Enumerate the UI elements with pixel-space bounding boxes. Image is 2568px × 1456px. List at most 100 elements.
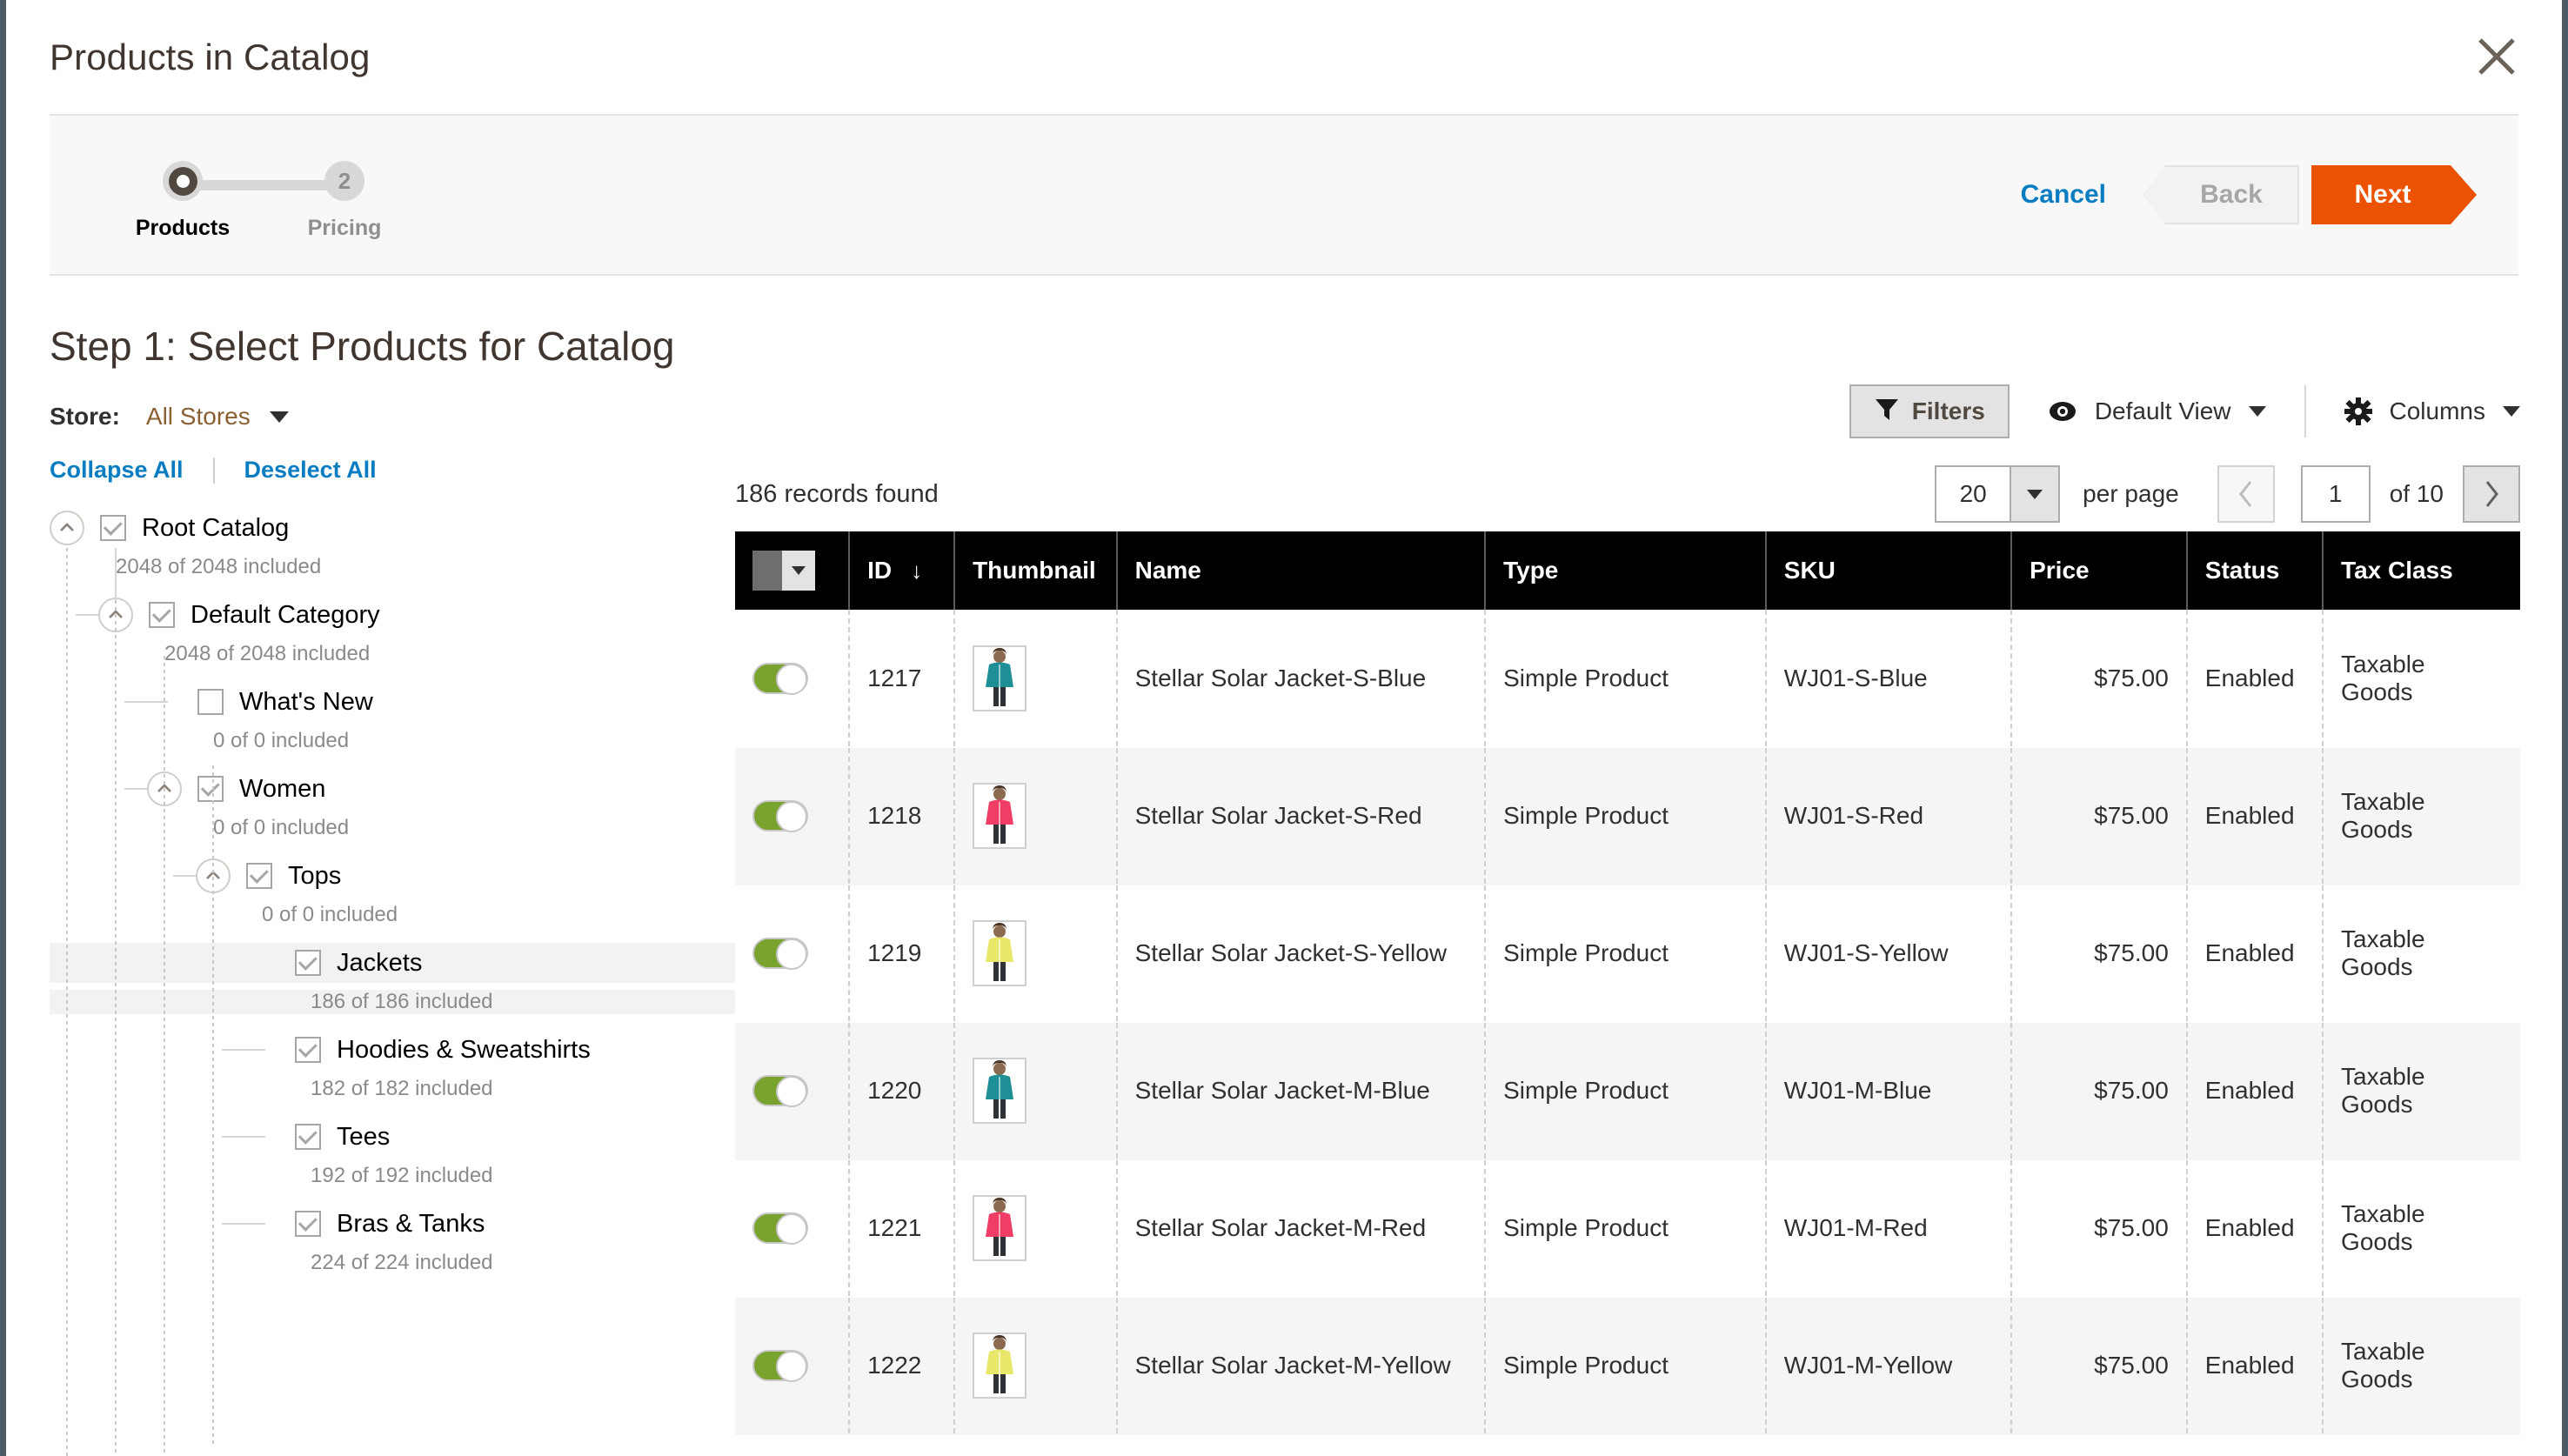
cancel-button[interactable]: Cancel [2021, 180, 2106, 210]
default-view-dropdown[interactable]: Default View [2048, 397, 2266, 425]
next-page-button[interactable] [2463, 465, 2520, 523]
table-row[interactable]: 1219 Stellar Solar Jacket-S-Yellow Simple … [735, 885, 2520, 1023]
column-header-sku[interactable]: SKU [1765, 531, 2013, 610]
tree-node-checkbox[interactable] [246, 863, 272, 889]
table-row[interactable]: 1218 Stellar Solar Jacket-S-Red Simple Pro… [735, 747, 2520, 885]
row-toggle-switch[interactable] [752, 800, 808, 832]
cell-price: $75.00 [2011, 610, 2188, 748]
category-tree: Root Catalog 2048 of 2048 included Default… [50, 508, 735, 1456]
table-row[interactable]: 1221 Stellar Solar Jacket-M-Red Simple Pro… [735, 1159, 2520, 1298]
tree-node-row[interactable]: What's New [50, 682, 735, 722]
select-all-checkbox[interactable] [752, 551, 782, 591]
tree-node-row[interactable]: Bras & Tanks [50, 1204, 735, 1244]
tree-node-checkbox[interactable] [149, 602, 175, 628]
tree-node-row[interactable]: Hoodies & Sweatshirts [50, 1030, 735, 1070]
tree-node-checkbox[interactable] [197, 689, 224, 715]
tree-node-count: 182 of 182 included [311, 1077, 493, 1100]
cell-type: Simple Product [1485, 747, 1767, 885]
tree-node-checkbox[interactable] [295, 1124, 321, 1150]
chevron-down-icon[interactable] [269, 411, 289, 423]
close-icon[interactable] [2466, 26, 2527, 87]
product-thumbnail-icon [973, 1332, 1027, 1399]
next-button[interactable]: Next [2311, 165, 2477, 224]
tree-node-count: 2048 of 2048 included [116, 555, 322, 578]
select-all-header[interactable] [735, 531, 851, 610]
column-header-id-label: ID [867, 557, 893, 584]
row-toggle-switch[interactable] [752, 1075, 808, 1107]
cell-id: 1217 [849, 610, 956, 748]
step-heading: Step 1: Select Products for Catalog [50, 324, 675, 369]
row-toggle-switch[interactable] [752, 938, 808, 970]
tree-node-checkbox[interactable] [295, 1211, 321, 1237]
column-header-status[interactable]: Status [2186, 531, 2324, 610]
previous-page-button[interactable] [2217, 465, 2275, 523]
tree-node-row[interactable]: Jackets [50, 943, 735, 983]
filters-button[interactable]: Filters [1849, 384, 2010, 438]
tree-node-label: What's New [239, 687, 373, 716]
tree-node-label: Hoodies & Sweatshirts [337, 1035, 591, 1064]
tree-node-row[interactable]: Root Catalog [50, 508, 735, 548]
deselect-all-link[interactable]: Deselect All [244, 457, 377, 484]
tree-node-count: 186 of 186 included [50, 990, 735, 1014]
chevron-down-icon[interactable] [782, 551, 815, 591]
tree-node: Tees 192 of 192 included [50, 1117, 735, 1188]
tree-node-row[interactable]: Tops [50, 856, 735, 896]
cell-id: 1218 [849, 747, 956, 885]
row-toggle-switch[interactable] [752, 1212, 808, 1245]
tree-node-row[interactable]: Tees [50, 1117, 735, 1157]
tree-node-count: 0 of 0 included [213, 816, 350, 839]
tree-actions-divider [212, 457, 215, 484]
table-row[interactable]: 1220 Stellar Solar Jacket-M-Blue Simple Pr… [735, 1022, 2520, 1160]
chevron-up-icon[interactable] [50, 511, 84, 545]
column-header-type[interactable]: Type [1485, 531, 1767, 610]
per-page-select[interactable]: 20 [1935, 465, 2061, 523]
column-header-tax-class[interactable]: Tax Class [2323, 531, 2520, 610]
collapse-all-link[interactable]: Collapse All [50, 457, 184, 484]
tree-node-checkbox[interactable] [100, 515, 126, 541]
step-pricing[interactable]: 2 Pricing [264, 161, 425, 241]
default-view-label: Default View [2094, 397, 2231, 424]
back-button[interactable]: Back [2143, 165, 2299, 224]
tree-node-checkbox[interactable] [295, 950, 321, 976]
cell-type: Simple Product [1485, 1159, 1767, 1298]
table-row[interactable]: 1222 Stellar Solar Jacket-M-Yellow Simple … [735, 1297, 2520, 1435]
cell-type: Simple Product [1485, 1022, 1767, 1160]
row-select-cell[interactable] [735, 1022, 851, 1160]
column-header-thumbnail[interactable]: Thumbnail [954, 531, 1118, 610]
row-select-cell[interactable] [735, 747, 851, 885]
tree-node-checkbox[interactable] [295, 1037, 321, 1063]
column-header-price[interactable]: Price [2011, 531, 2188, 610]
store-label: Store: [50, 403, 120, 430]
columns-dropdown[interactable]: Columns [2344, 397, 2520, 425]
step-products[interactable]: Products [102, 161, 264, 241]
step-1-dot [163, 161, 203, 201]
chevron-down-icon[interactable] [2010, 467, 2059, 521]
cell-tax-class: Taxable Goods [2323, 610, 2520, 748]
store-value[interactable]: All Stores [146, 403, 251, 431]
cell-thumbnail [954, 1022, 1118, 1160]
cell-sku: WJ01-S-Yellow [1765, 885, 2013, 1023]
table-row[interactable]: 1217 Stellar Solar Jacket-S-Blue Simple Pr… [735, 610, 2520, 748]
row-select-cell[interactable] [735, 610, 851, 748]
row-toggle-switch[interactable] [752, 1350, 808, 1382]
column-header-id[interactable]: ID ↓ [849, 531, 956, 610]
row-select-cell[interactable] [735, 1159, 851, 1298]
cell-name: Stellar Solar Jacket-M-Yellow [1116, 1297, 1487, 1435]
tree-node-checkbox[interactable] [197, 776, 224, 802]
cell-thumbnail [954, 1297, 1118, 1435]
row-select-cell[interactable] [735, 1297, 851, 1435]
row-toggle-switch[interactable] [752, 662, 808, 695]
select-all-checkbox-dropdown[interactable] [752, 551, 815, 591]
product-grid-panel: 186 records found 20 per page 1 of 10 ID… [735, 457, 2562, 1435]
cell-status: Enabled [2186, 610, 2324, 748]
row-select-cell[interactable] [735, 885, 851, 1023]
column-header-name[interactable]: Name [1116, 531, 1487, 610]
tree-node-row[interactable]: Default Category [50, 595, 735, 635]
tree-node-row[interactable]: Women [50, 769, 735, 809]
cell-tax-class: Taxable Goods [2323, 1022, 2520, 1160]
tree-node: Default Category 2048 of 2048 included [50, 595, 735, 666]
cell-id: 1220 [849, 1022, 956, 1160]
cell-sku: WJ01-M-Red [1765, 1159, 2013, 1298]
page-number-input[interactable]: 1 [2300, 465, 2371, 523]
toolbar-divider [2304, 385, 2306, 437]
